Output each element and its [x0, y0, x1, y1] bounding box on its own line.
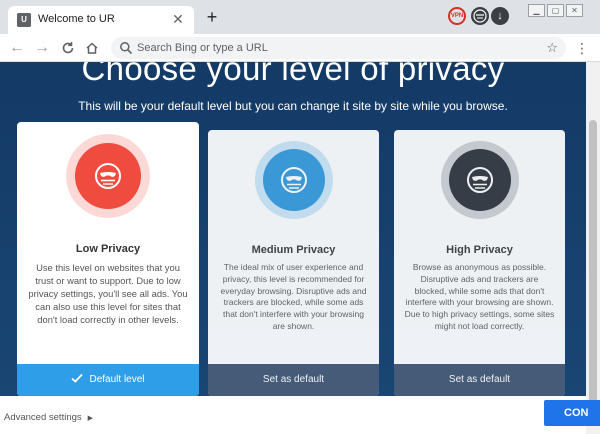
card-low-privacy[interactable]: Low Privacy Use this level on websites t…	[17, 122, 199, 396]
forward-arrow-icon[interactable]: →	[32, 38, 52, 58]
window-close-button[interactable]: ✕	[566, 4, 583, 17]
search-icon	[120, 42, 133, 55]
back-arrow-icon[interactable]: ←	[7, 38, 27, 58]
page-subtitle: This will be your default level but you …	[78, 99, 508, 113]
ur-shield-extension-icon[interactable]	[471, 7, 489, 25]
page-scrollbar[interactable]	[586, 62, 600, 434]
check-icon	[71, 373, 84, 383]
card-title: Medium Privacy	[251, 244, 336, 256]
tab-strip: U Welcome to UR ✕ + VPN ↓ ▁ ▢ ✕	[0, 0, 600, 34]
card-high-privacy[interactable]: High Privacy Browse as anonymous as poss…	[394, 130, 565, 396]
home-icon[interactable]	[82, 38, 102, 58]
card-title: Low Privacy	[75, 243, 141, 255]
chevron-right-icon: ▶	[87, 415, 94, 422]
browser-menu-icon[interactable]: ⋮	[575, 38, 589, 58]
card-description: Browse as anonymous as possible. Disrupt…	[404, 262, 555, 331]
mask-icon	[280, 167, 307, 193]
low-privacy-badge	[66, 134, 150, 218]
tab-welcome[interactable]: U Welcome to UR ✕	[8, 6, 194, 34]
card-description: The ideal mix of user experience and pri…	[220, 262, 367, 331]
vpn-extension-icon[interactable]: VPN	[448, 7, 466, 25]
advanced-settings-label: Advanced settings	[4, 412, 82, 423]
address-input[interactable]	[137, 37, 527, 59]
privacy-onboarding-page: Choose your level of privacy This will b…	[0, 62, 600, 434]
download-extension-icon[interactable]: ↓	[491, 7, 509, 25]
window-maximize-button[interactable]: ▢	[547, 4, 564, 17]
address-bar[interactable]: ☆	[111, 37, 566, 59]
ur-favicon-icon: U	[17, 13, 31, 27]
continue-button[interactable]: CON	[544, 400, 600, 426]
mask-icon	[95, 163, 121, 189]
new-tab-button[interactable]: +	[203, 8, 221, 26]
browser-toolbar: ← → ☆ ⋮	[0, 34, 600, 62]
set-as-default-button-medium[interactable]: Set as default	[208, 364, 379, 396]
mask-icon	[466, 167, 493, 193]
tab-close-icon[interactable]: ✕	[170, 11, 186, 27]
action-label: Default level	[89, 374, 145, 385]
onboarding-footer: Advanced settings ▶ CON	[0, 396, 600, 434]
bookmark-star-icon[interactable]: ☆	[546, 40, 558, 56]
default-level-button[interactable]: Default level	[17, 364, 199, 396]
scrollbar-thumb[interactable]	[589, 120, 597, 420]
card-description: Use this level on websites that you trus…	[28, 262, 188, 325]
tab-title: Welcome to UR	[38, 13, 115, 25]
advanced-settings-link[interactable]: Advanced settings ▶	[4, 412, 93, 423]
page-title: Choose your level of privacy	[81, 62, 505, 87]
reload-icon[interactable]	[58, 38, 78, 58]
card-title: High Privacy	[446, 244, 513, 256]
window-minimize-button[interactable]: ▁	[528, 4, 545, 17]
card-medium-privacy[interactable]: Medium Privacy The ideal mix of user exp…	[208, 130, 379, 396]
medium-privacy-badge	[254, 141, 333, 219]
set-as-default-button-high[interactable]: Set as default	[394, 364, 565, 396]
high-privacy-badge	[440, 141, 519, 219]
